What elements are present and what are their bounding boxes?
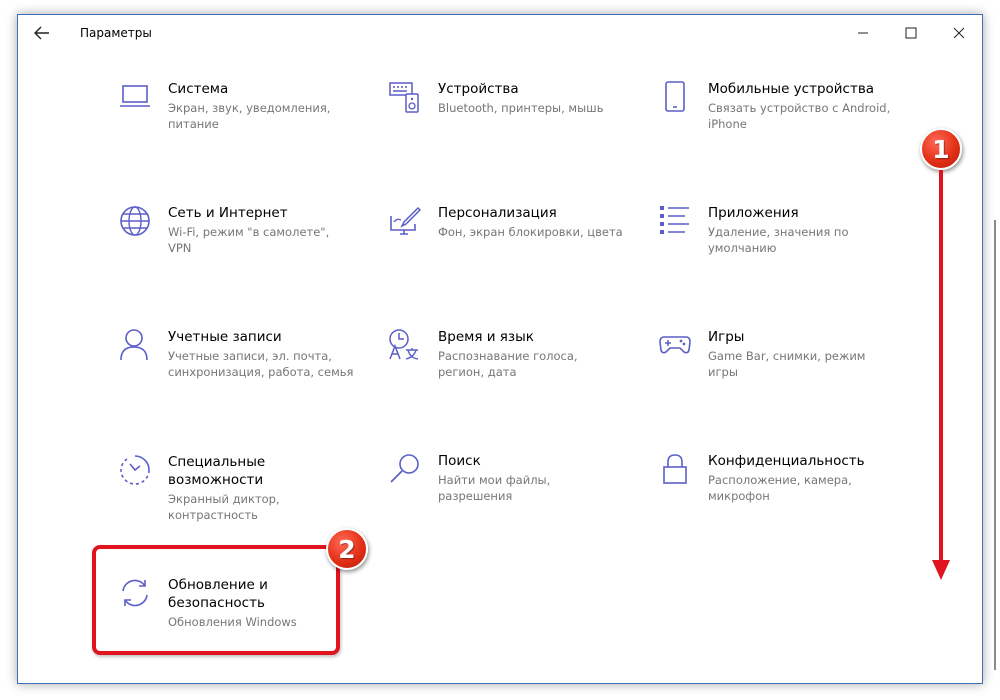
tile-description: Удаление, значения по умолчанию xyxy=(708,225,849,255)
tile-description: Game Bar, снимки, режим игры xyxy=(708,349,866,379)
tile-description: Экран, звук, уведомления, питание xyxy=(168,101,331,131)
tile-title: Сеть и Интернет xyxy=(168,205,288,221)
close-icon xyxy=(953,27,965,39)
tile-title: Специальные возможности xyxy=(168,454,266,488)
tile-description: Bluetooth, принтеры, мышь xyxy=(438,101,604,115)
tile-description: Расположение, камера, микрофон xyxy=(708,473,852,503)
globe-icon xyxy=(118,204,152,238)
minimize-button[interactable] xyxy=(840,19,886,47)
tile-title: Игры xyxy=(708,329,745,345)
tile-title: Поиск xyxy=(438,453,481,469)
gamepad-icon xyxy=(658,328,692,362)
tile-description: Фон, экран блокировки, цвета xyxy=(438,225,623,239)
lock-icon xyxy=(658,452,692,486)
tile-description: Найти мои файлы, разрешения xyxy=(438,473,551,503)
tile-title: Система xyxy=(168,81,229,97)
step-badge-1: 1 xyxy=(920,128,962,170)
tile-title: Конфиденциальность xyxy=(708,453,865,469)
time-language-icon xyxy=(388,328,422,362)
tile-description: Учетные записи, эл. почта, синхронизация… xyxy=(168,349,354,379)
search-icon xyxy=(388,452,422,486)
minimize-icon xyxy=(858,32,868,34)
tile-description: Wi-Fi, режим "в самолете", VPN xyxy=(168,225,330,255)
phone-icon xyxy=(658,80,692,114)
apps-list-icon xyxy=(658,204,692,238)
title-bar: Параметры xyxy=(18,15,982,51)
back-button[interactable] xyxy=(28,21,56,45)
tile-title: Персонализация xyxy=(438,205,557,221)
accessibility-icon xyxy=(118,453,152,487)
tile-title: Время и язык xyxy=(438,329,534,345)
tile-title: Приложения xyxy=(708,205,799,221)
step-badge-2: 2 xyxy=(326,528,368,570)
scroll-down-arrow-icon xyxy=(932,170,950,580)
laptop-icon xyxy=(118,80,152,114)
highlight-box xyxy=(92,545,340,655)
arrow-left-icon xyxy=(34,26,49,40)
close-button[interactable] xyxy=(936,19,982,47)
maximize-button[interactable] xyxy=(888,19,934,47)
tile-title: Мобильные устройства xyxy=(708,81,875,97)
person-icon xyxy=(118,328,152,362)
maximize-icon xyxy=(905,27,917,39)
tile-description: Связать устройство с Android, iPhone xyxy=(708,101,891,131)
tile-description: Экранный диктор, контрастность xyxy=(168,492,280,522)
scrollbar[interactable] xyxy=(994,220,996,670)
paint-icon xyxy=(388,204,422,238)
tile-title: Устройства xyxy=(438,81,519,97)
tile-title: Учетные записи xyxy=(168,329,282,345)
tile-description: Распознавание голоса, регион, дата xyxy=(438,349,578,379)
window-title: Параметры xyxy=(80,26,152,40)
keyboard-icon xyxy=(388,80,422,114)
